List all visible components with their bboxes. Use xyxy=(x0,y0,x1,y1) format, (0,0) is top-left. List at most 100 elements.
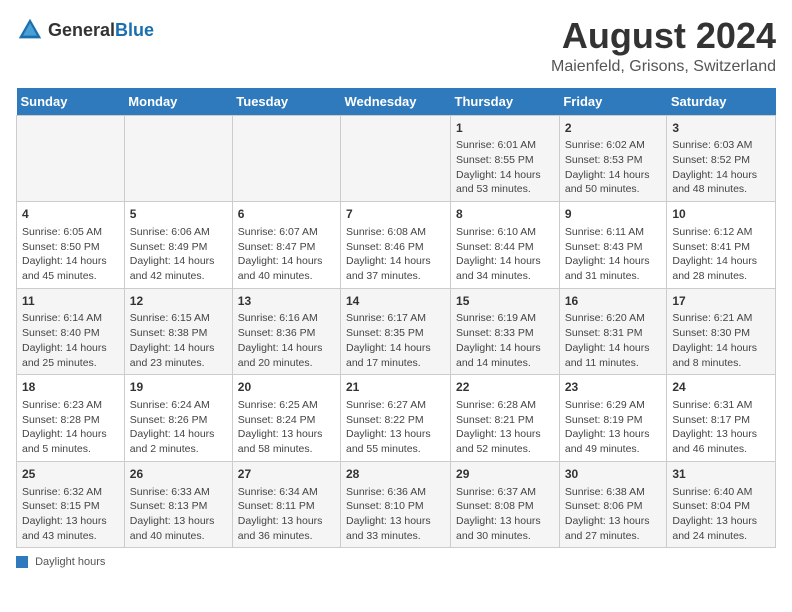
day-info: Sunrise: 6:40 AMSunset: 8:04 PMDaylight:… xyxy=(672,485,770,544)
calendar-cell: 9 Sunrise: 6:11 AMSunset: 8:43 PMDaylight… xyxy=(559,202,667,289)
header-row: SundayMondayTuesdayWednesdayThursdayFrid… xyxy=(17,88,776,116)
day-number: 11 xyxy=(22,293,119,310)
header-tuesday: Tuesday xyxy=(232,88,340,116)
day-info: Sunrise: 6:33 AMSunset: 8:13 PMDaylight:… xyxy=(130,485,227,544)
day-number: 9 xyxy=(565,206,662,223)
calendar-cell: 4Sunrise: 6:05 AMSunset: 8:50 PMDaylight… xyxy=(17,202,125,289)
day-info: Sunrise: 6:14 AMSunset: 8:40 PMDaylight:… xyxy=(22,311,119,370)
day-number: 13 xyxy=(238,293,335,310)
day-number: 23 xyxy=(565,379,662,396)
week-row-1: 1Sunrise: 6:01 AMSunset: 8:55 PMDaylight… xyxy=(17,115,776,202)
calendar-cell: 12Sunrise: 6:15 AMSunset: 8:38 PMDayligh… xyxy=(124,288,232,375)
calendar-cell: 10 Sunrise: 6:12 AMSunset: 8:41 PMDayligh… xyxy=(667,202,776,289)
footer: Daylight hours xyxy=(16,556,776,568)
day-info: Sunrise: 6:32 AMSunset: 8:15 PMDaylight:… xyxy=(22,485,119,544)
calendar-cell: 26Sunrise: 6:33 AMSunset: 8:13 PMDayligh… xyxy=(124,461,232,548)
day-number: 30 xyxy=(565,466,662,483)
day-number: 8 xyxy=(456,206,554,223)
calendar-cell: 21 Sunrise: 6:27 AMSunset: 8:22 PMDayligh… xyxy=(341,375,451,462)
calendar-cell: 16Sunrise: 6:20 AMSunset: 8:31 PMDayligh… xyxy=(559,288,667,375)
subtitle: Maienfeld, Grisons, Switzerland xyxy=(551,58,776,76)
day-info: Sunrise: 6:08 AMSunset: 8:46 PMDaylight:… xyxy=(346,225,445,284)
day-info: Sunrise: 6:16 AMSunset: 8:36 PMDaylight:… xyxy=(238,311,335,370)
title-area: August 2024 Maienfeld, Grisons, Switzerl… xyxy=(551,16,776,76)
calendar-cell: 18 Sunrise: 6:23 AMSunset: 8:28 PMDayligh… xyxy=(17,375,125,462)
calendar-cell: 6 Sunrise: 6:07 AMSunset: 8:47 PMDaylight… xyxy=(232,202,340,289)
day-number: 21 xyxy=(346,379,445,396)
day-info: Sunrise: 6:31 AMSunset: 8:17 PMDaylight:… xyxy=(672,398,770,457)
day-info: Sunrise: 6:34 AMSunset: 8:11 PMDaylight:… xyxy=(238,485,335,544)
calendar-cell: 1Sunrise: 6:01 AMSunset: 8:55 PMDaylight… xyxy=(451,115,560,202)
day-number: 12 xyxy=(130,293,227,310)
day-info: Sunrise: 6:11 AMSunset: 8:43 PMDaylight:… xyxy=(565,225,662,284)
logo-text: GeneralBlue xyxy=(48,20,154,41)
logo-general: General xyxy=(48,20,115,40)
day-number: 7 xyxy=(346,206,445,223)
calendar-cell: 25 Sunrise: 6:32 AMSunset: 8:15 PMDayligh… xyxy=(17,461,125,548)
calendar-cell: 31 Sunrise: 6:40 AMSunset: 8:04 PMDayligh… xyxy=(667,461,776,548)
calendar-cell: 23 Sunrise: 6:29 AMSunset: 8:19 PMDayligh… xyxy=(559,375,667,462)
calendar-cell: 19 Sunrise: 6:24 AMSunset: 8:26 PMDayligh… xyxy=(124,375,232,462)
calendar-cell: 22 Sunrise: 6:28 AMSunset: 8:21 PMDayligh… xyxy=(451,375,560,462)
day-info: Sunrise: 6:15 AMSunset: 8:38 PMDaylight:… xyxy=(130,311,227,370)
logo-icon xyxy=(16,16,44,44)
day-number: 15 xyxy=(456,293,554,310)
day-number: 6 xyxy=(238,206,335,223)
calendar-cell: 17Sunrise: 6:21 AMSunset: 8:30 PMDayligh… xyxy=(667,288,776,375)
day-info: Sunrise: 6:27 AMSunset: 8:22 PMDaylight:… xyxy=(346,398,445,457)
day-number: 27 xyxy=(238,466,335,483)
week-row-5: 25 Sunrise: 6:32 AMSunset: 8:15 PMDayligh… xyxy=(17,461,776,548)
day-info: Sunrise: 6:23 AMSunset: 8:28 PMDaylight:… xyxy=(22,398,119,457)
day-info: Sunrise: 6:19 AMSunset: 8:33 PMDaylight:… xyxy=(456,311,554,370)
header-friday: Friday xyxy=(559,88,667,116)
day-info: Sunrise: 6:36 AMSunset: 8:10 PMDaylight:… xyxy=(346,485,445,544)
day-info: Sunrise: 6:28 AMSunset: 8:21 PMDaylight:… xyxy=(456,398,554,457)
day-info: Sunrise: 6:12 AMSunset: 8:41 PMDaylight:… xyxy=(672,225,770,284)
day-number: 19 xyxy=(130,379,227,396)
header-sunday: Sunday xyxy=(17,88,125,116)
day-number: 28 xyxy=(346,466,445,483)
header-saturday: Saturday xyxy=(667,88,776,116)
week-row-3: 11Sunrise: 6:14 AMSunset: 8:40 PMDayligh… xyxy=(17,288,776,375)
calendar-cell xyxy=(341,115,451,202)
calendar-cell: 29 Sunrise: 6:37 AMSunset: 8:08 PMDayligh… xyxy=(451,461,560,548)
day-number: 31 xyxy=(672,466,770,483)
day-info: Sunrise: 6:21 AMSunset: 8:30 PMDaylight:… xyxy=(672,311,770,370)
calendar-cell xyxy=(17,115,125,202)
header-thursday: Thursday xyxy=(451,88,560,116)
day-info: Sunrise: 6:01 AMSunset: 8:55 PMDaylight:… xyxy=(456,138,554,197)
day-number: 2 xyxy=(565,120,662,137)
day-info: Sunrise: 6:37 AMSunset: 8:08 PMDaylight:… xyxy=(456,485,554,544)
day-info: Sunrise: 6:17 AMSunset: 8:35 PMDaylight:… xyxy=(346,311,445,370)
calendar-cell: 13Sunrise: 6:16 AMSunset: 8:36 PMDayligh… xyxy=(232,288,340,375)
day-number: 20 xyxy=(238,379,335,396)
day-info: Sunrise: 6:24 AMSunset: 8:26 PMDaylight:… xyxy=(130,398,227,457)
day-number: 18 xyxy=(22,379,119,396)
calendar-cell: 5Sunrise: 6:06 AMSunset: 8:49 PMDaylight… xyxy=(124,202,232,289)
calendar-table: SundayMondayTuesdayWednesdayThursdayFrid… xyxy=(16,88,776,549)
week-row-4: 18 Sunrise: 6:23 AMSunset: 8:28 PMDayligh… xyxy=(17,375,776,462)
day-number: 5 xyxy=(130,206,227,223)
day-info: Sunrise: 6:03 AMSunset: 8:52 PMDaylight:… xyxy=(672,138,770,197)
day-number: 22 xyxy=(456,379,554,396)
calendar-cell: 11Sunrise: 6:14 AMSunset: 8:40 PMDayligh… xyxy=(17,288,125,375)
day-number: 10 xyxy=(672,206,770,223)
main-title: August 2024 xyxy=(551,16,776,56)
day-number: 29 xyxy=(456,466,554,483)
week-row-2: 4Sunrise: 6:05 AMSunset: 8:50 PMDaylight… xyxy=(17,202,776,289)
day-info: Sunrise: 6:38 AMSunset: 8:06 PMDaylight:… xyxy=(565,485,662,544)
calendar-cell: 14Sunrise: 6:17 AMSunset: 8:35 PMDayligh… xyxy=(341,288,451,375)
day-info: Sunrise: 6:05 AMSunset: 8:50 PMDaylight:… xyxy=(22,225,119,284)
footer-label: Daylight hours xyxy=(35,556,105,568)
calendar-cell: 24Sunrise: 6:31 AMSunset: 8:17 PMDayligh… xyxy=(667,375,776,462)
logo: GeneralBlue xyxy=(16,16,154,44)
day-number: 25 xyxy=(22,466,119,483)
logo-blue: Blue xyxy=(115,20,154,40)
day-info: Sunrise: 6:29 AMSunset: 8:19 PMDaylight:… xyxy=(565,398,662,457)
footer-dot xyxy=(16,556,28,568)
day-info: Sunrise: 6:07 AMSunset: 8:47 PMDaylight:… xyxy=(238,225,335,284)
calendar-cell xyxy=(232,115,340,202)
calendar-cell: 7 Sunrise: 6:08 AMSunset: 8:46 PMDaylight… xyxy=(341,202,451,289)
calendar-cell: 15Sunrise: 6:19 AMSunset: 8:33 PMDayligh… xyxy=(451,288,560,375)
day-info: Sunrise: 6:20 AMSunset: 8:31 PMDaylight:… xyxy=(565,311,662,370)
